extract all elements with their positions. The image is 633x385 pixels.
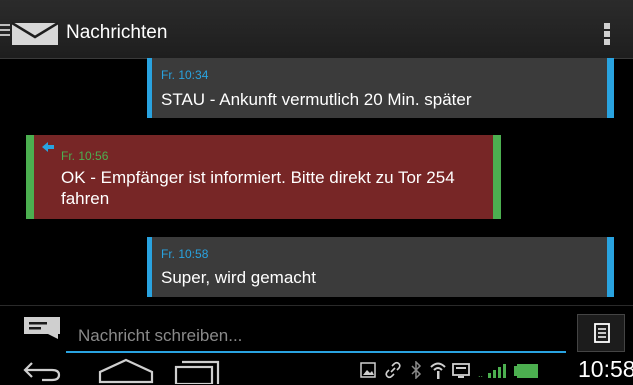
message-time: Fr. 10:56 [61, 149, 109, 163]
message-text: Super, wird gemacht [161, 268, 316, 287]
compose-icon [24, 317, 60, 339]
message-input[interactable] [66, 313, 566, 353]
image-icon [360, 362, 376, 378]
composer-bar [0, 305, 633, 356]
message-time: Fr. 10:34 [161, 68, 209, 82]
send-button[interactable] [577, 314, 625, 352]
message-outgoing[interactable]: Fr. 10:58 Super, wird gemacht [147, 237, 614, 297]
link-icon [385, 361, 401, 379]
bluetooth-icon [411, 361, 422, 379]
recent-apps-icon[interactable] [174, 358, 220, 384]
back-icon[interactable] [22, 358, 62, 382]
action-bar: Nachrichten [0, 0, 633, 59]
mail-icon[interactable] [11, 22, 59, 46]
signal-icon: .. [478, 364, 506, 379]
overflow-menu-icon[interactable] [604, 23, 610, 45]
home-icon[interactable] [98, 358, 154, 384]
status-clock: 10:58 [578, 356, 633, 382]
message-text: STAU - Ankunft vermutlich 20 Min. später [161, 90, 472, 109]
message-time: Fr. 10:58 [161, 247, 209, 261]
battery-icon [514, 364, 538, 378]
message-outgoing[interactable]: Fr. 10:34 STAU - Ankunft vermutlich 20 M… [147, 58, 614, 118]
system-bar: .. 10:58 [0, 355, 633, 385]
message-incoming[interactable]: Fr. 10:56 OK - Empfänger ist informiert.… [26, 135, 501, 219]
message-text: OK - Empfänger ist informiert. Bitte dir… [61, 168, 455, 208]
notification-icon [452, 363, 470, 378]
wifi-icon [430, 362, 446, 379]
menu-icon[interactable] [0, 24, 10, 37]
app-title: Nachrichten [66, 22, 168, 43]
reply-arrow-icon [42, 142, 54, 152]
svg-text:..: .. [478, 369, 483, 379]
send-icon [594, 323, 610, 343]
